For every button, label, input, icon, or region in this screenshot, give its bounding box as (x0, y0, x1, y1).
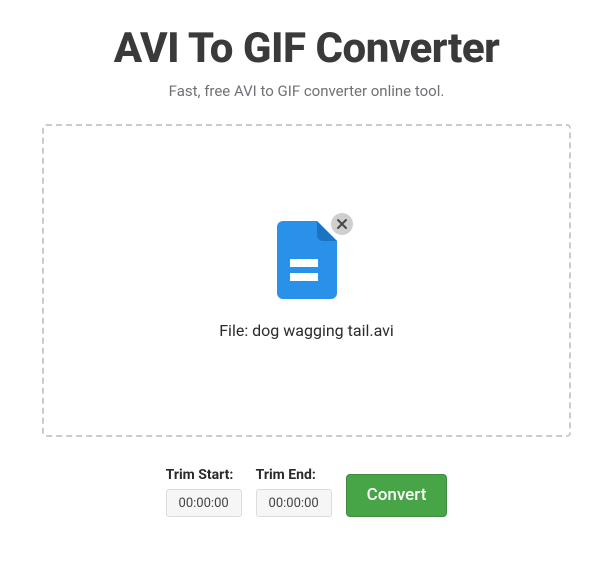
trim-end-label: Trim End: (256, 467, 316, 483)
page-subtitle: Fast, free AVI to GIF converter online t… (30, 82, 583, 100)
file-name-label: File: dog wagging tail.avi (219, 321, 394, 340)
trim-end-input[interactable] (256, 489, 332, 517)
trim-start-input[interactable] (166, 489, 242, 517)
trim-start-label: Trim Start: (166, 467, 234, 483)
uploaded-file: File: dog wagging tail.avi (219, 221, 394, 340)
controls-row: Trim Start: Trim End: Convert (30, 467, 583, 517)
file-icon (277, 284, 337, 303)
file-dropzone[interactable]: File: dog wagging tail.avi (42, 124, 571, 437)
page-title: AVI To GIF Converter (30, 26, 583, 72)
convert-button[interactable]: Convert (346, 474, 448, 517)
remove-file-button[interactable] (331, 213, 353, 235)
close-icon (336, 218, 348, 230)
